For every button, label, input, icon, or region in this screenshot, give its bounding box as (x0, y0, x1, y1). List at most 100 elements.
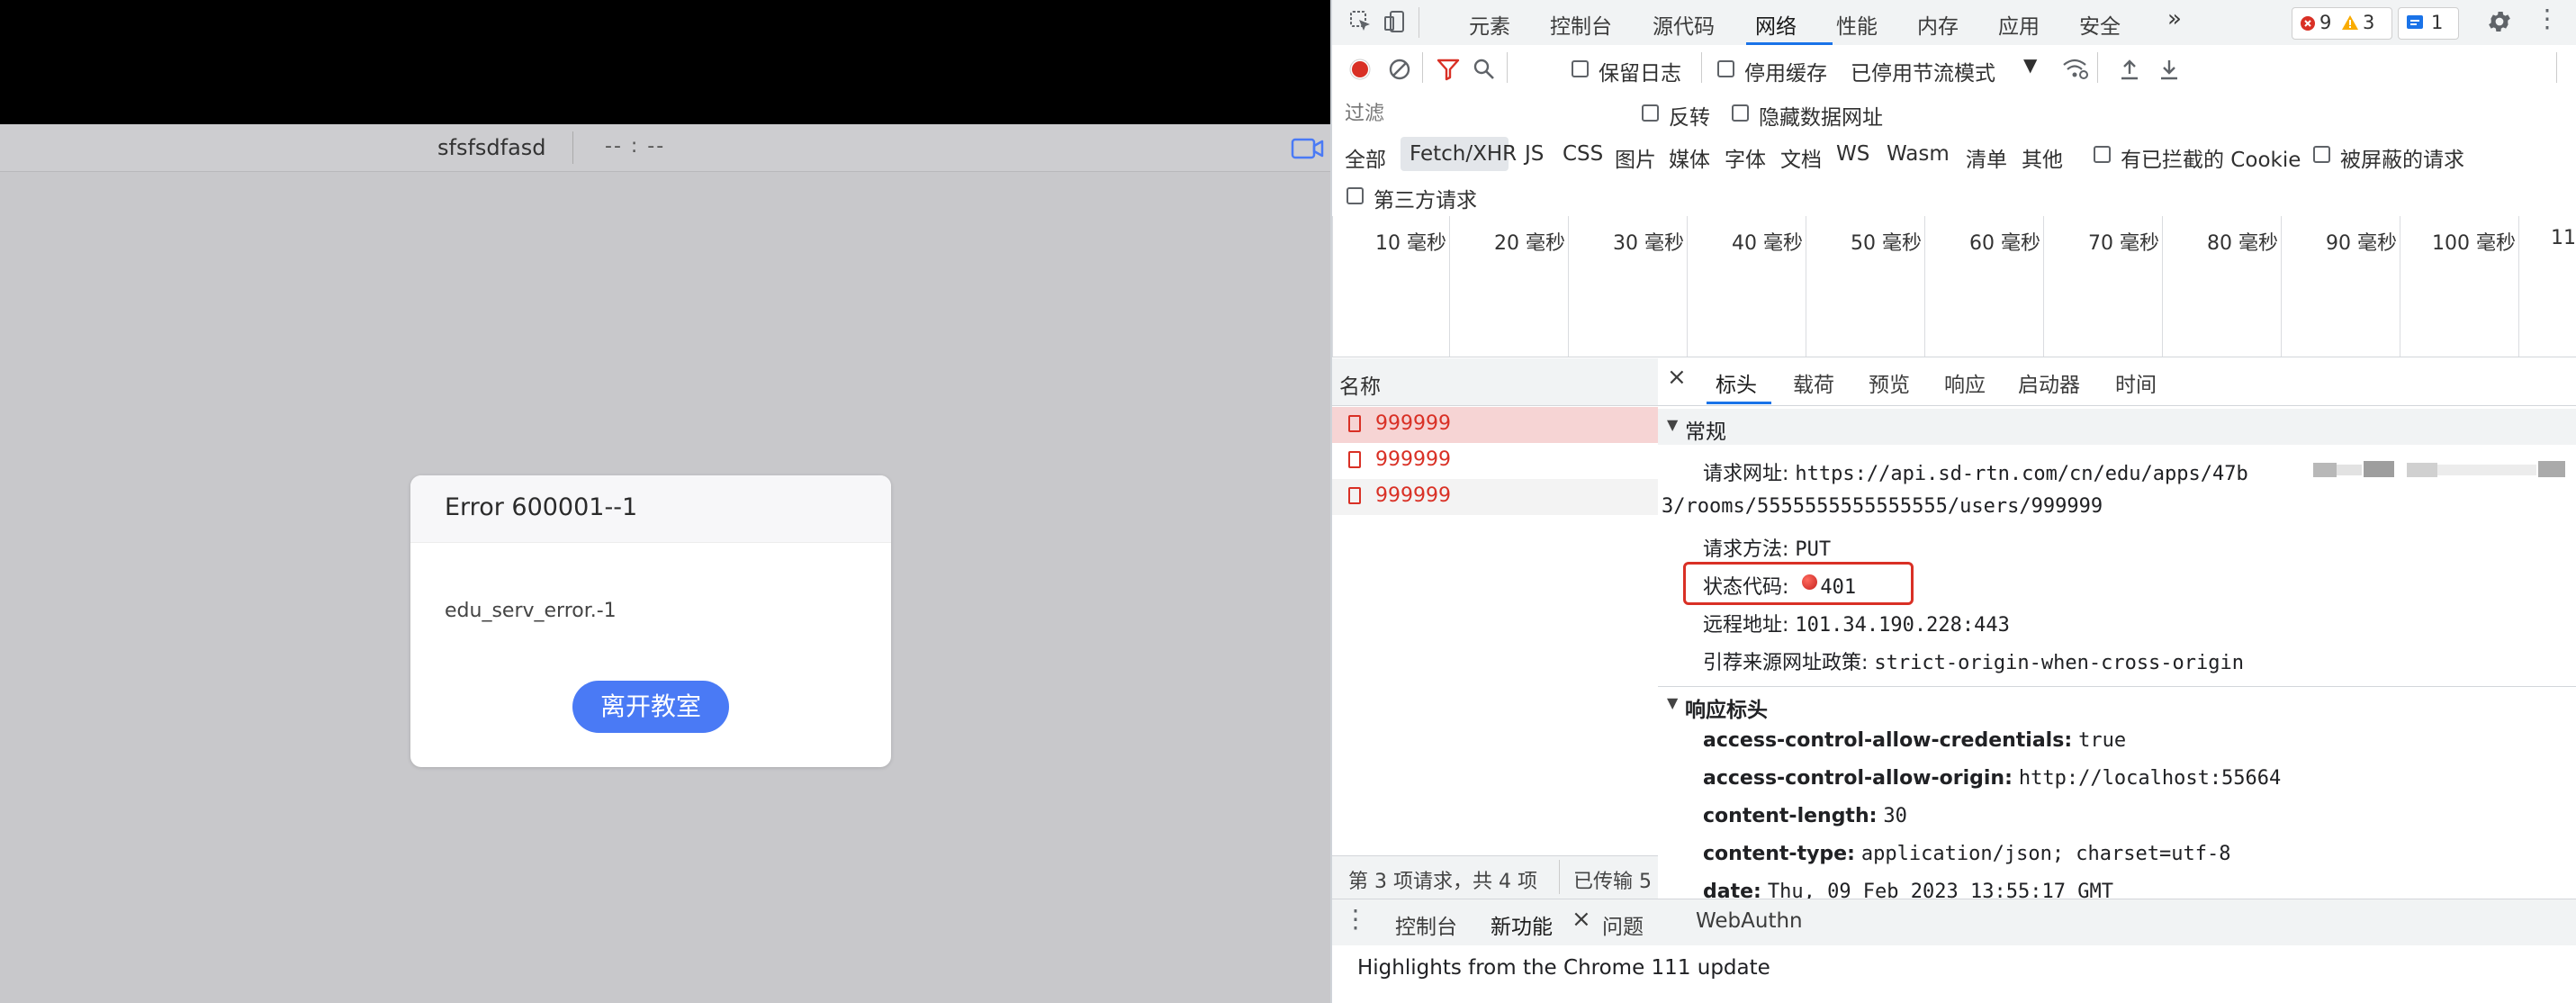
device-toolbar-icon[interactable] (1383, 9, 1408, 34)
request-row[interactable]: 999999 (1332, 407, 1658, 443)
type-media[interactable]: 媒体 (1669, 142, 1710, 173)
transferred-size: 已传输 5 (1573, 871, 1652, 893)
status-code-value: 401 (1820, 576, 1857, 599)
general-section-header[interactable]: ▼ 常规 (1658, 409, 2576, 445)
timeline-tick: 50 毫秒 (1851, 232, 1922, 255)
close-detail-icon[interactable]: × (1667, 364, 1687, 391)
request-row[interactable]: 999999 (1332, 479, 1658, 515)
preserve-log-checkbox[interactable] (1572, 60, 1589, 77)
message-count: 1 (2431, 12, 2444, 33)
blocked-requests-checkbox[interactable] (2313, 146, 2330, 163)
type-doc[interactable]: 文档 (1780, 142, 1822, 173)
request-count: 第 3 项请求，共 4 项 (1348, 871, 1537, 893)
search-icon[interactable] (1473, 58, 1496, 81)
type-css[interactable]: CSS (1563, 142, 1603, 166)
settings-gear-icon[interactable] (2486, 8, 2513, 35)
header-key: date: (1703, 881, 1761, 899)
tab-timing[interactable]: 时间 (2115, 367, 2157, 398)
throttling-select[interactable]: 已停用节流模式 (1851, 56, 1995, 86)
tab-initiator[interactable]: 启动器 (2018, 367, 2080, 398)
camera-icon[interactable] (1291, 135, 1325, 162)
warning-count: 3 (2363, 12, 2375, 33)
timeline-tick: 90 毫秒 (2326, 232, 2397, 255)
third-party-checkbox[interactable] (1347, 187, 1364, 204)
video-area (0, 0, 1330, 124)
filter-input[interactable] (1339, 97, 1631, 130)
status-divider (1559, 860, 1560, 894)
response-header-row: date: Thu, 09 Feb 2023 13:55:17 GMT (1703, 881, 2113, 899)
more-options-icon[interactable]: ⋮ (2535, 4, 2560, 33)
timeline-gridline (2162, 216, 2163, 357)
remote-address-label: 远程地址: (1703, 614, 1789, 637)
tab-elements[interactable]: 元素 (1469, 9, 1510, 40)
timeline-tick: 60 毫秒 (1969, 232, 2040, 255)
hide-data-urls-checkbox[interactable] (1732, 104, 1749, 122)
type-ws[interactable]: WS (1836, 142, 1869, 166)
classroom-app: sfsfsdfasd -- : -- Error 600001--1 edu_s… (0, 0, 1330, 1003)
type-wasm[interactable]: Wasm (1887, 142, 1950, 166)
redaction-block (2337, 465, 2362, 475)
import-har-icon[interactable] (2119, 58, 2140, 81)
tab-response[interactable]: 响应 (1944, 367, 1986, 398)
request-url-label: 请求网址: (1703, 463, 1789, 485)
type-js[interactable]: JS (1525, 142, 1544, 166)
type-img[interactable]: 图片 (1615, 142, 1656, 173)
type-fetch-xhr[interactable]: Fetch/XHR (1410, 142, 1517, 166)
drawer-tab-console[interactable]: 控制台 (1395, 909, 1457, 940)
messages-counter[interactable]: 1 (2398, 7, 2459, 40)
type-font[interactable]: 字体 (1725, 142, 1766, 173)
invert-checkbox[interactable] (1642, 104, 1659, 122)
name-column-header[interactable]: 名称 (1339, 369, 1381, 400)
toolbar-divider (2097, 52, 2098, 83)
more-tabs-chevron-icon[interactable]: » (2167, 5, 2182, 32)
timeline-gridline (1449, 216, 1450, 357)
timeline-tick: 10 毫秒 (1375, 232, 1446, 255)
drawer-menu-icon[interactable]: ⋮ (1343, 904, 1368, 934)
type-all[interactable]: 全部 (1345, 142, 1386, 173)
response-header-row: access-control-allow-credentials: true (1703, 729, 2126, 752)
referrer-policy-value: strict-origin-when-cross-origin (1874, 652, 2245, 674)
throttling-dropdown-icon[interactable]: ▼ (2023, 54, 2037, 76)
message-icon (2407, 15, 2423, 29)
record-icon[interactable] (1348, 58, 1372, 81)
tab-preview[interactable]: 预览 (1869, 367, 1910, 398)
timeline-tick: 100 毫秒 (2432, 232, 2516, 255)
header-value: http://localhost:55664 (2018, 767, 2282, 790)
header-divider (572, 131, 573, 164)
tab-payload[interactable]: 载荷 (1793, 367, 1834, 398)
type-other[interactable]: 其他 (2022, 142, 2063, 173)
error-count: 9 (2319, 12, 2332, 33)
tab-security[interactable]: 安全 (2079, 9, 2121, 40)
export-har-icon[interactable] (2158, 58, 2180, 81)
clear-icon[interactable] (1388, 58, 1411, 81)
filter-icon[interactable] (1437, 58, 1460, 81)
drawer-tab-close-icon[interactable]: × (1572, 906, 1591, 933)
request-row[interactable]: 999999 (1332, 443, 1658, 479)
drawer-tab-webauthn[interactable]: WebAuthn (1696, 909, 1803, 933)
tab-headers[interactable]: 标头 (1716, 367, 1757, 398)
blocked-requests-label: 被屏蔽的请求 (2340, 149, 2464, 172)
blocked-cookies-checkbox[interactable] (2094, 146, 2111, 163)
response-headers-section-header[interactable]: ▼ 响应标头 (1658, 686, 2576, 723)
drawer-tab-issues[interactable]: 问题 (1602, 909, 1644, 940)
issues-counter[interactable]: 9 3 (2292, 7, 2392, 40)
disable-cache-label: 停用缓存 (1744, 62, 1827, 86)
request-name: 999999 (1375, 484, 1451, 507)
expand-triangle-icon: ▼ (1667, 694, 1679, 711)
header-value: Thu, 09 Feb 2023 13:55:17 GMT (1767, 881, 2113, 899)
tab-console[interactable]: 控制台 (1550, 9, 1612, 40)
tab-performance[interactable]: 性能 (1836, 9, 1878, 40)
tab-application[interactable]: 应用 (1998, 9, 2040, 40)
tab-memory[interactable]: 内存 (1917, 9, 1959, 40)
disable-cache-checkbox[interactable] (1717, 60, 1734, 77)
type-manifest[interactable]: 清单 (1966, 142, 2007, 173)
dialog-title: Error 600001--1 (445, 493, 638, 521)
inspect-element-icon[interactable] (1348, 9, 1374, 34)
header-value: application/json; charset=utf-8 (1860, 843, 2231, 865)
tab-network[interactable]: 网络 (1755, 9, 1797, 40)
network-conditions-icon[interactable] (2061, 56, 2088, 81)
timeline-gridline (1568, 216, 1569, 357)
drawer-tab-whats-new[interactable]: 新功能 (1491, 909, 1553, 940)
leave-classroom-button[interactable]: 离开教室 (572, 681, 729, 733)
tab-sources[interactable]: 源代码 (1653, 9, 1715, 40)
